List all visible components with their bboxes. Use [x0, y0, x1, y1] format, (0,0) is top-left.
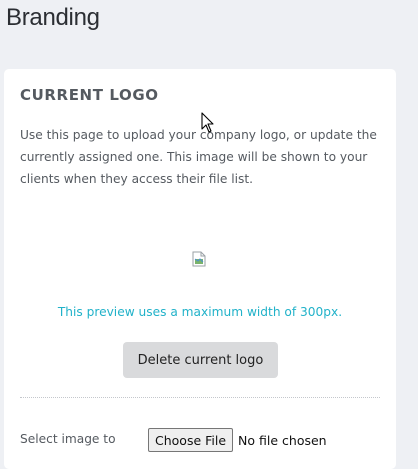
choose-file-button[interactable]: Choose File: [148, 428, 234, 452]
card-heading: CURRENT LOGO: [20, 86, 159, 104]
file-input[interactable]: Choose File No file chosen: [148, 428, 327, 452]
preview-note: This preview uses a maximum width of 300…: [57, 305, 343, 319]
file-status: No file chosen: [238, 432, 327, 448]
broken-image-icon: [192, 251, 206, 267]
delete-logo-button[interactable]: Delete current logo: [123, 342, 278, 378]
select-image-label: Select image to: [20, 432, 116, 446]
divider: [20, 397, 380, 398]
current-logo-card: CURRENT LOGO Use this page to upload you…: [4, 69, 396, 469]
mouse-cursor-icon: [201, 112, 214, 133]
page-title: Branding: [6, 4, 100, 31]
